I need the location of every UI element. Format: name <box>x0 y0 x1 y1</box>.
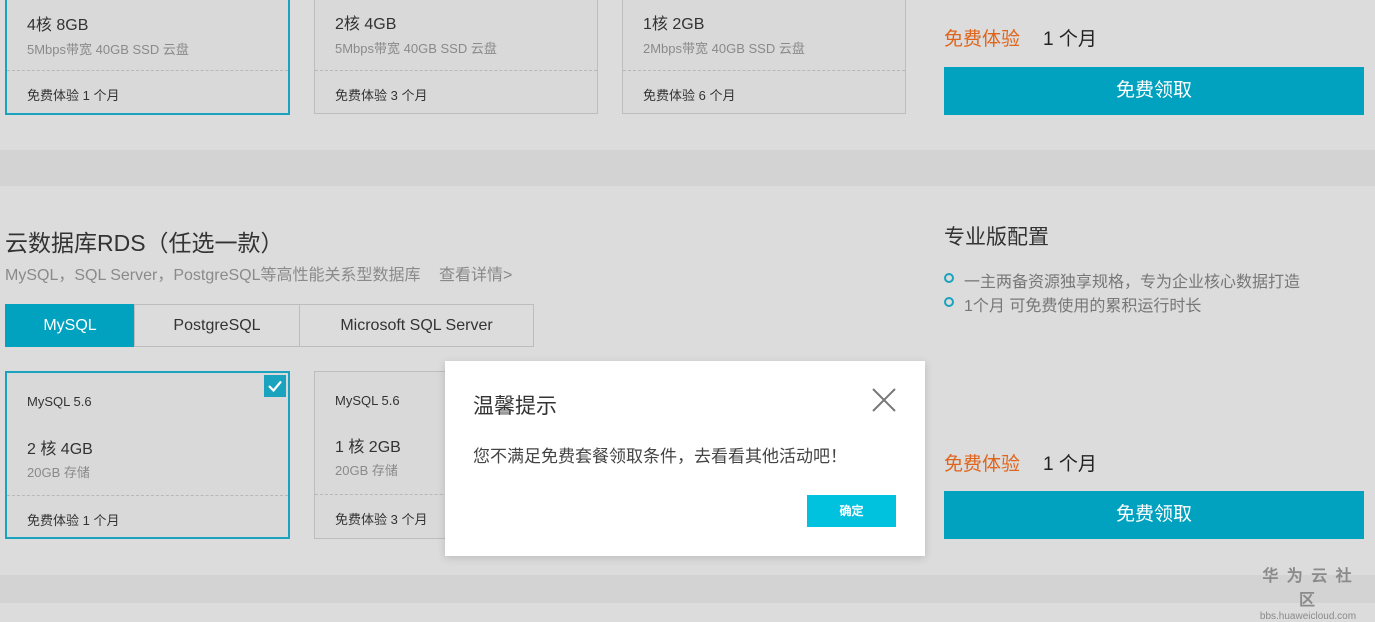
card-separator <box>7 495 288 496</box>
details-link[interactable]: 查看详情> <box>439 267 512 284</box>
card-separator <box>623 70 905 71</box>
close-icon[interactable] <box>871 387 897 413</box>
rds-card-1[interactable]: MySQL 5.6 2 核 4GB 20GB 存储 免费体验 1 个月 <box>5 371 290 539</box>
section-divider-bottom <box>0 575 1375 603</box>
watermark-url: bbs.huaweicloud.com <box>1259 611 1357 622</box>
card-version: MySQL 5.6 <box>27 394 92 409</box>
alert-dialog: 温馨提示 您不满足免费套餐领取条件，去看看其他活动吧！ 确定 <box>445 361 925 556</box>
dialog-title: 温馨提示 <box>473 395 557 418</box>
pro-config-title: 专业版配置 <box>944 226 1049 249</box>
card-spec: 1 核 2GB <box>335 439 401 456</box>
bullet-icon <box>944 273 954 283</box>
tab-sql-server[interactable]: Microsoft SQL Server <box>299 304 534 347</box>
card-separator <box>7 70 288 71</box>
rds-title: 云数据库RDS（任选一款） <box>5 230 284 256</box>
card-storage: 20GB 存储 <box>335 463 398 478</box>
card-spec: 2 核 4GB <box>27 441 93 458</box>
card-spec: 2核 4GB <box>335 16 397 33</box>
claim-button-bottom[interactable]: 免费领取 <box>944 491 1364 539</box>
card-footer: 免费体验 1 个月 <box>27 513 120 528</box>
card-separator <box>315 70 597 71</box>
free-trial-duration: 1 个月 <box>1043 29 1097 50</box>
card-footer: 免费体验 3 个月 <box>335 88 428 103</box>
free-trial-duration: 1 个月 <box>1043 454 1097 475</box>
watermark: 华 为 云 社 区 bbs.huaweicloud.com <box>1252 562 1364 622</box>
card-detail: 5Mbps带宽 40GB SSD 云盘 <box>27 42 189 57</box>
ecs-card-2[interactable]: 2核 4GB 5Mbps带宽 40GB SSD 云盘 免费体验 3 个月 <box>314 0 598 114</box>
tab-mysql[interactable]: MySQL <box>5 304 135 347</box>
bullet-icon <box>944 297 954 307</box>
tab-postgresql[interactable]: PostgreSQL <box>134 304 300 347</box>
claim-button-top[interactable]: 免费领取 <box>944 67 1364 115</box>
card-footer: 免费体验 1 个月 <box>27 88 120 103</box>
card-version: MySQL 5.6 <box>335 393 400 408</box>
free-trial-label: 免费体验 <box>944 454 1021 475</box>
card-detail: 5Mbps带宽 40GB SSD 云盘 <box>335 41 497 56</box>
card-spec: 1核 2GB <box>643 16 705 33</box>
rds-subtitle: MySQL，SQL Server，PostgreSQL等高性能关系型数据库 查看… <box>5 261 512 285</box>
ecs-card-3[interactable]: 1核 2GB 2Mbps带宽 40GB SSD 云盘 免费体验 6 个月 <box>622 0 906 114</box>
ecs-card-1[interactable]: 4核 8GB 5Mbps带宽 40GB SSD 云盘 免费体验 1 个月 <box>5 0 290 115</box>
pro-feature-2: 1个月 可免费使用的累积运行时长 <box>964 298 1202 315</box>
section-divider <box>0 150 1375 186</box>
card-storage: 20GB 存储 <box>27 465 90 480</box>
dialog-message: 您不满足免费套餐领取条件，去看看其他活动吧！ <box>473 447 847 466</box>
card-footer: 免费体验 3 个月 <box>335 512 428 527</box>
free-trial-label: 免费体验 <box>944 29 1021 50</box>
card-detail: 2Mbps带宽 40GB SSD 云盘 <box>643 41 805 56</box>
card-footer: 免费体验 6 个月 <box>643 88 736 103</box>
pro-feature-1: 一主两备资源独享规格，专为企业核心数据打造 <box>964 274 1301 291</box>
selected-check-icon <box>264 375 286 397</box>
rds-subtitle-text: MySQL，SQL Server，PostgreSQL等高性能关系型数据库 <box>5 267 421 284</box>
card-spec: 4核 8GB <box>27 17 89 34</box>
confirm-button[interactable]: 确定 <box>807 495 896 527</box>
